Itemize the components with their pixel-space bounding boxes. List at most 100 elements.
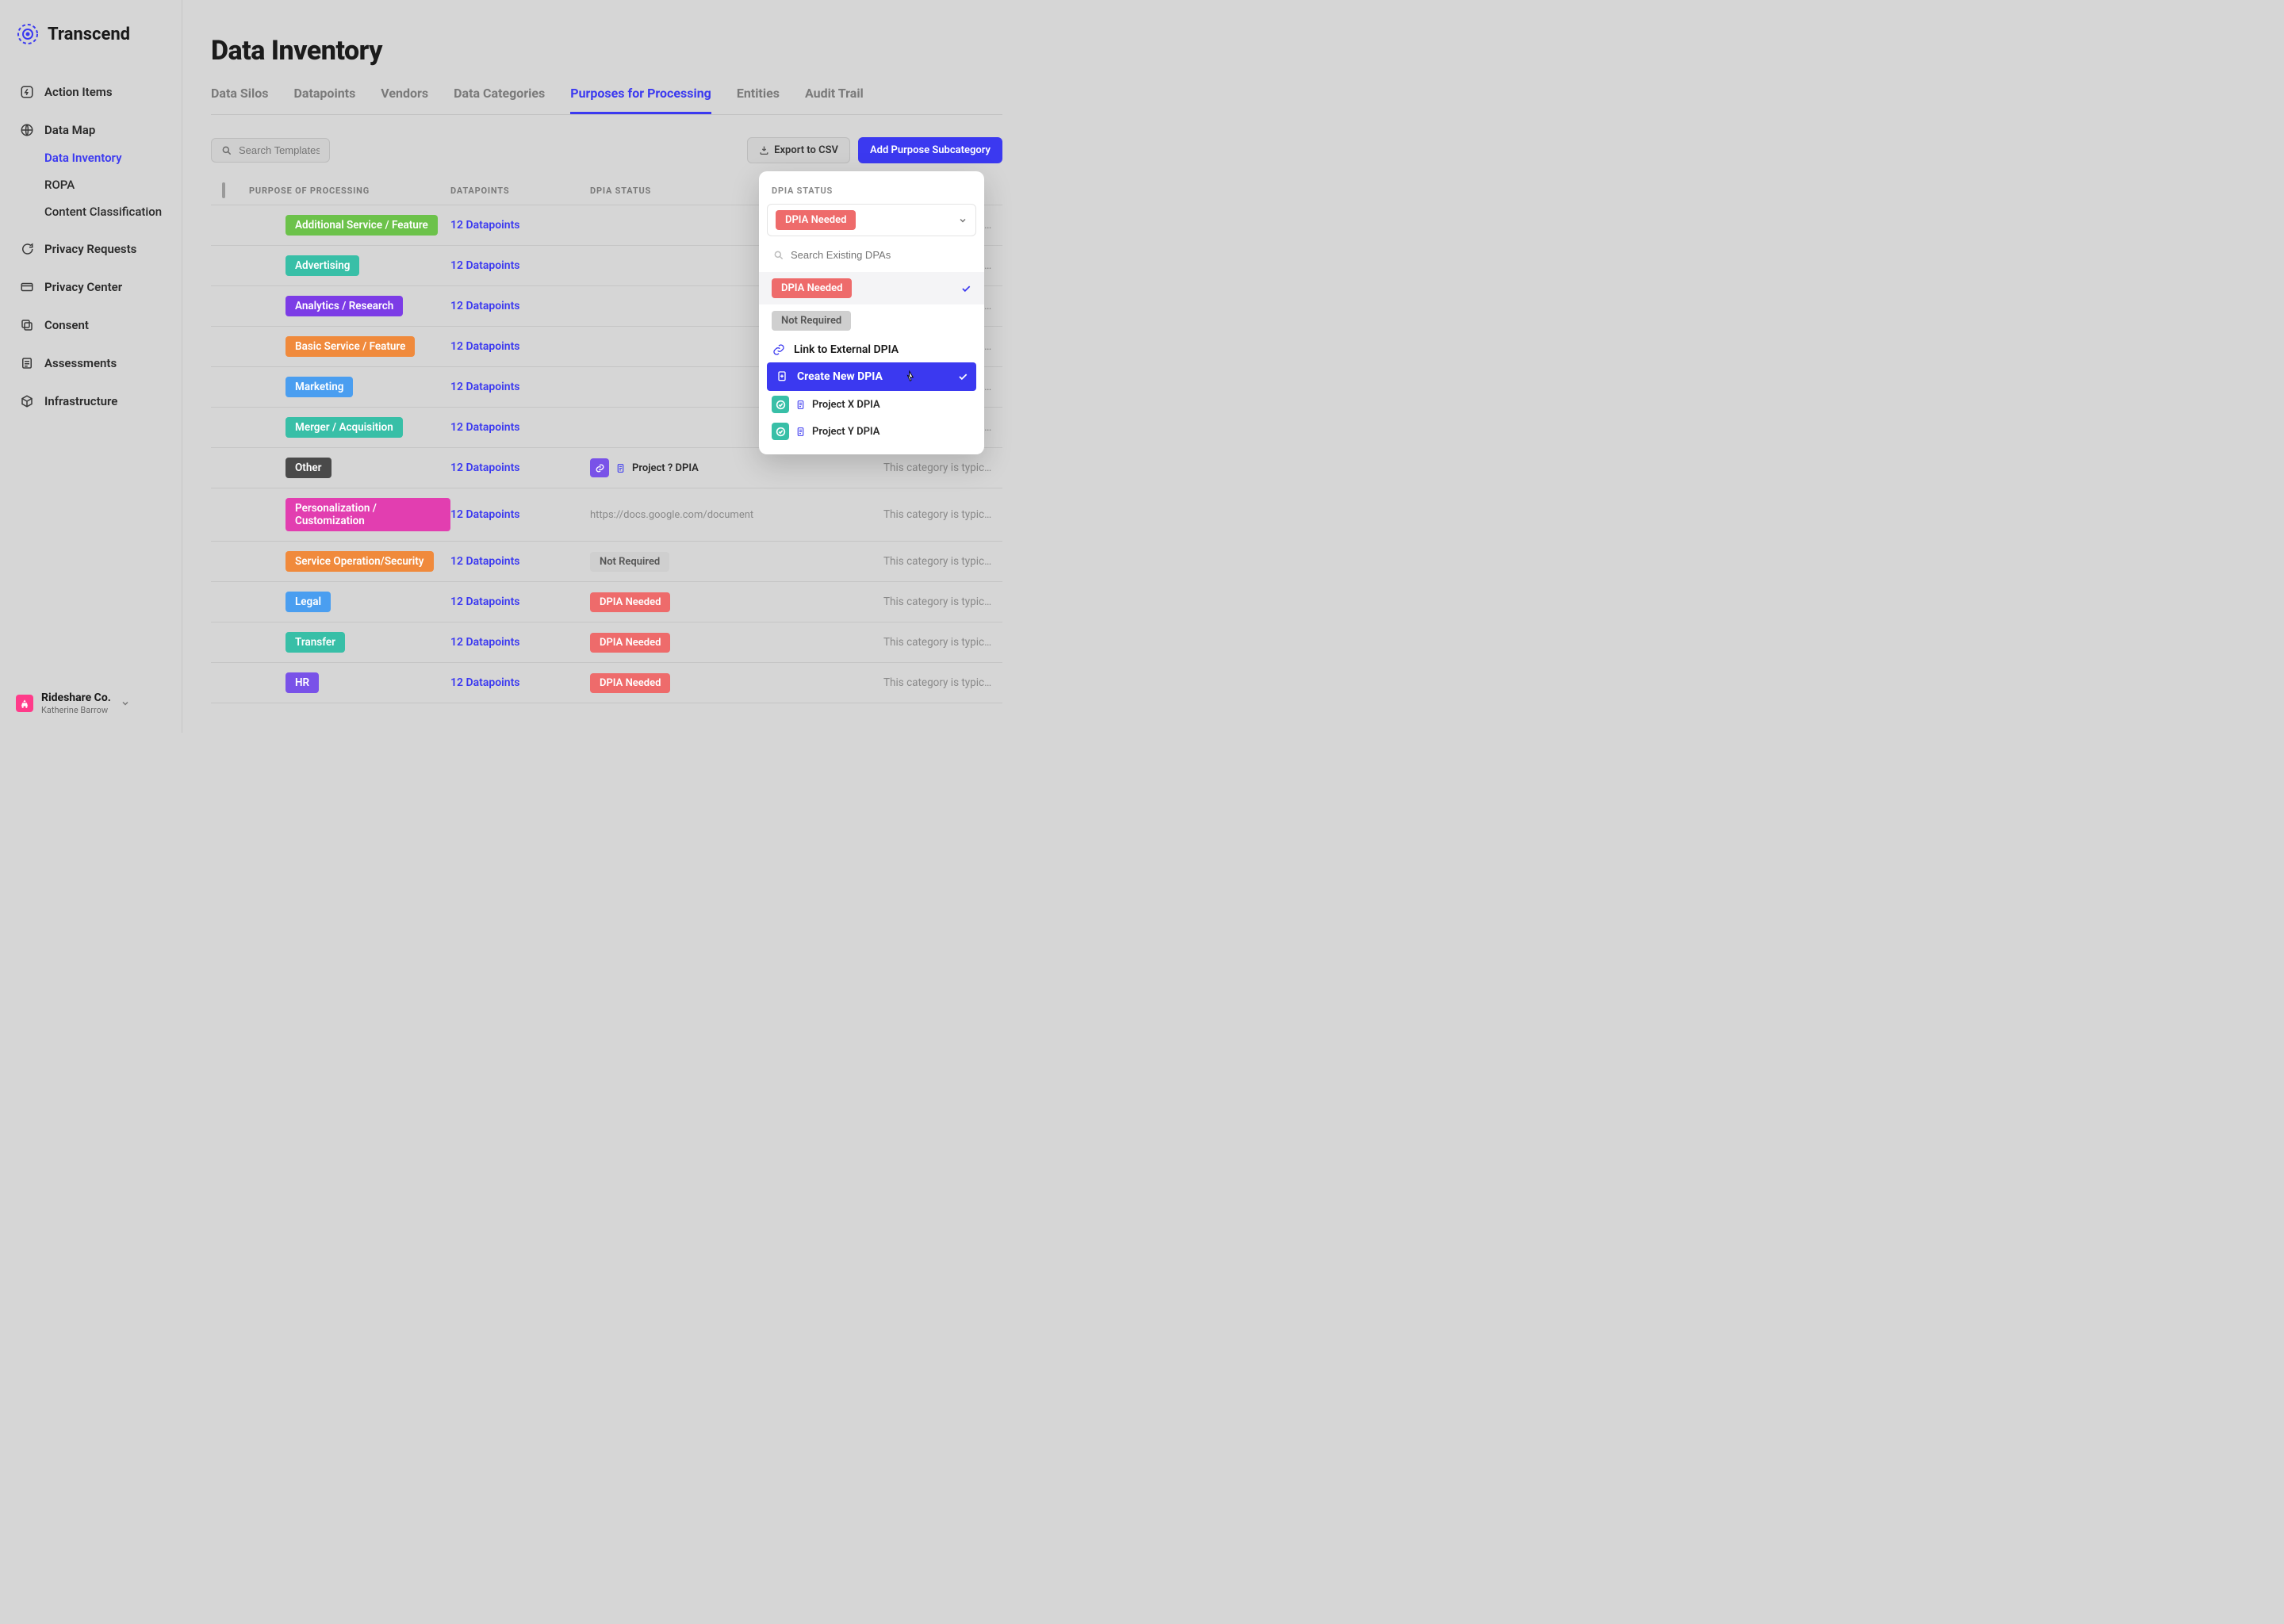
dpia-panel-header: DPIA STATUS: [759, 179, 984, 204]
dpia-option-needed[interactable]: DPIA Needed: [759, 272, 984, 304]
nav-label: Action Items: [44, 85, 113, 99]
nav-label: Privacy Center: [44, 280, 122, 294]
table-row: Transfer 12 DatapointsDPIA Needed This cat…: [211, 622, 1002, 663]
nav-label: Infrastructure: [44, 394, 117, 408]
datapoints-link[interactable]: 12 Datapoints: [450, 340, 590, 353]
status-project-label: Project ? DPIA: [632, 462, 699, 474]
nav-sub-ropa[interactable]: ROPA: [8, 171, 174, 198]
dpia-option-create-new[interactable]: Create New DPIA: [767, 362, 976, 391]
description-cell: This category is typically used for...: [883, 636, 1002, 649]
datapoints-link[interactable]: 12 Datapoints: [450, 259, 590, 272]
datapoints-link[interactable]: 12 Datapoints: [450, 596, 590, 608]
dpia-status-cell[interactable]: Not Required: [590, 552, 883, 572]
nav-label: Consent: [44, 318, 89, 332]
dpia-option-label: Create New DPIA: [797, 370, 883, 383]
description-cell: This category is typically used for...: [883, 462, 1002, 474]
purpose-pill[interactable]: Analytics / Research: [286, 296, 403, 316]
datapoints-link[interactable]: 12 Datapoints: [450, 555, 590, 568]
tab-data-silos[interactable]: Data Silos: [211, 86, 268, 114]
nav-label: Data Map: [44, 123, 95, 137]
search-icon: [773, 250, 784, 261]
dpia-status-dropdown: DPIA STATUS DPIA Needed DPIA Needed Not …: [759, 171, 984, 454]
dpia-option-project-x[interactable]: Project X DPIA: [759, 391, 984, 418]
select-all-checkbox[interactable]: [222, 182, 225, 198]
dpia-search[interactable]: [767, 244, 976, 266]
status-badge: DPIA Needed: [590, 673, 670, 693]
dpia-status-cell[interactable]: DPIA Needed: [590, 592, 883, 612]
chevron-down-icon: [121, 699, 130, 708]
tab-data-categories[interactable]: Data Categories: [454, 86, 545, 114]
nav-sub-label: Data Inventory: [44, 151, 122, 165]
nav-item-assessments[interactable]: Assessments: [8, 349, 174, 377]
status-badge: Not Required: [590, 552, 669, 572]
dpia-status-cell[interactable]: https://docs.google.com/document: [590, 509, 883, 521]
nav-sub-content-classification[interactable]: Content Classification: [8, 198, 174, 225]
document-icon: [615, 463, 626, 473]
datapoints-link[interactable]: 12 Datapoints: [450, 300, 590, 312]
purpose-pill[interactable]: HR: [286, 672, 319, 693]
add-purpose-label: Add Purpose Subcategory: [870, 144, 991, 156]
purpose-pill[interactable]: Merger / Acquisition: [286, 417, 403, 438]
datapoints-link[interactable]: 12 Datapoints: [450, 636, 590, 649]
dpia-status-cell[interactable]: DPIA Needed: [590, 673, 883, 693]
datapoints-link[interactable]: 12 Datapoints: [450, 381, 590, 393]
nav-sub-label: ROPA: [44, 178, 75, 192]
tab-purposes[interactable]: Purposes for Processing: [570, 86, 711, 114]
link-icon: [772, 343, 786, 356]
datapoints-link[interactable]: 12 Datapoints: [450, 421, 590, 434]
layers-icon: [19, 317, 35, 333]
export-csv-button[interactable]: Export to CSV: [747, 137, 850, 163]
dpia-option-project-y[interactable]: Project Y DPIA: [759, 418, 984, 445]
dpia-status-cell[interactable]: DPIA Needed: [590, 633, 883, 653]
chevron-down-icon: [958, 216, 968, 225]
tab-audit-trail[interactable]: Audit Trail: [805, 86, 864, 114]
status-badge: DPIA Needed: [590, 633, 670, 653]
purpose-pill[interactable]: Basic Service / Feature: [286, 336, 415, 357]
check-circle-icon: [772, 423, 789, 440]
table-row: Personalization / Customization12 Datapo…: [211, 488, 1002, 542]
datapoints-link[interactable]: 12 Datapoints: [450, 508, 590, 521]
dpia-selected-trigger[interactable]: DPIA Needed: [767, 204, 976, 236]
nav-item-privacy-center[interactable]: Privacy Center: [8, 273, 174, 301]
nav-sub-data-inventory[interactable]: Data Inventory: [8, 144, 174, 171]
purpose-pill[interactable]: Additional Service / Feature: [286, 215, 438, 236]
purpose-pill[interactable]: Advertising: [286, 255, 359, 276]
bolt-icon: [19, 84, 35, 100]
dpia-option-not-required[interactable]: Not Required: [759, 304, 984, 337]
document-icon: [795, 400, 806, 410]
col-datapoints: DATAPOINTS: [450, 186, 590, 196]
tab-datapoints[interactable]: Datapoints: [293, 86, 355, 114]
card-icon: [19, 279, 35, 295]
tab-entities[interactable]: Entities: [737, 86, 780, 114]
nav-item-data-map[interactable]: Data Map: [8, 116, 174, 144]
nav-item-infrastructure[interactable]: Infrastructure: [8, 387, 174, 416]
search-templates[interactable]: [211, 138, 330, 163]
add-purpose-button[interactable]: Add Purpose Subcategory: [858, 137, 1002, 163]
table-row: Legal12 DatapointsDPIA NeededThis catego…: [211, 582, 1002, 622]
datapoints-link[interactable]: 12 Datapoints: [450, 462, 590, 474]
nav-item-consent[interactable]: Consent: [8, 311, 174, 339]
purpose-pill[interactable]: Legal: [286, 592, 331, 612]
purpose-pill[interactable]: Marketing: [286, 377, 353, 397]
cube-icon: [19, 393, 35, 409]
purpose-pill[interactable]: Transfer: [286, 632, 345, 653]
dpia-option-link-external[interactable]: Link to External DPIA: [759, 337, 984, 362]
purpose-pill[interactable]: Other: [286, 458, 331, 478]
nav-label: Privacy Requests: [44, 242, 136, 256]
purpose-pill[interactable]: Service Operation/Security: [286, 551, 434, 572]
account-switcher[interactable]: Rideshare Co. Katherine Barrow: [0, 684, 182, 723]
datapoints-link[interactable]: 12 Datapoints: [450, 219, 590, 232]
dpia-search-input[interactable]: [791, 249, 970, 261]
nav-item-privacy-requests[interactable]: Privacy Requests: [8, 235, 174, 263]
nav-label: Assessments: [44, 356, 117, 370]
purpose-pill[interactable]: Personalization / Customization: [286, 498, 450, 531]
dpia-status-cell[interactable]: Project ? DPIA: [590, 458, 883, 477]
datapoints-link[interactable]: 12 Datapoints: [450, 676, 590, 689]
description-cell: This category is typically used for...: [883, 555, 1002, 568]
search-input[interactable]: [239, 144, 320, 156]
check-icon: [960, 283, 971, 294]
nav-item-action-items[interactable]: Action Items: [8, 78, 174, 106]
check-circle-icon: [772, 396, 789, 413]
toolbar: Export to CSV Add Purpose Subcategory: [211, 137, 1002, 163]
tab-vendors[interactable]: Vendors: [381, 86, 428, 114]
